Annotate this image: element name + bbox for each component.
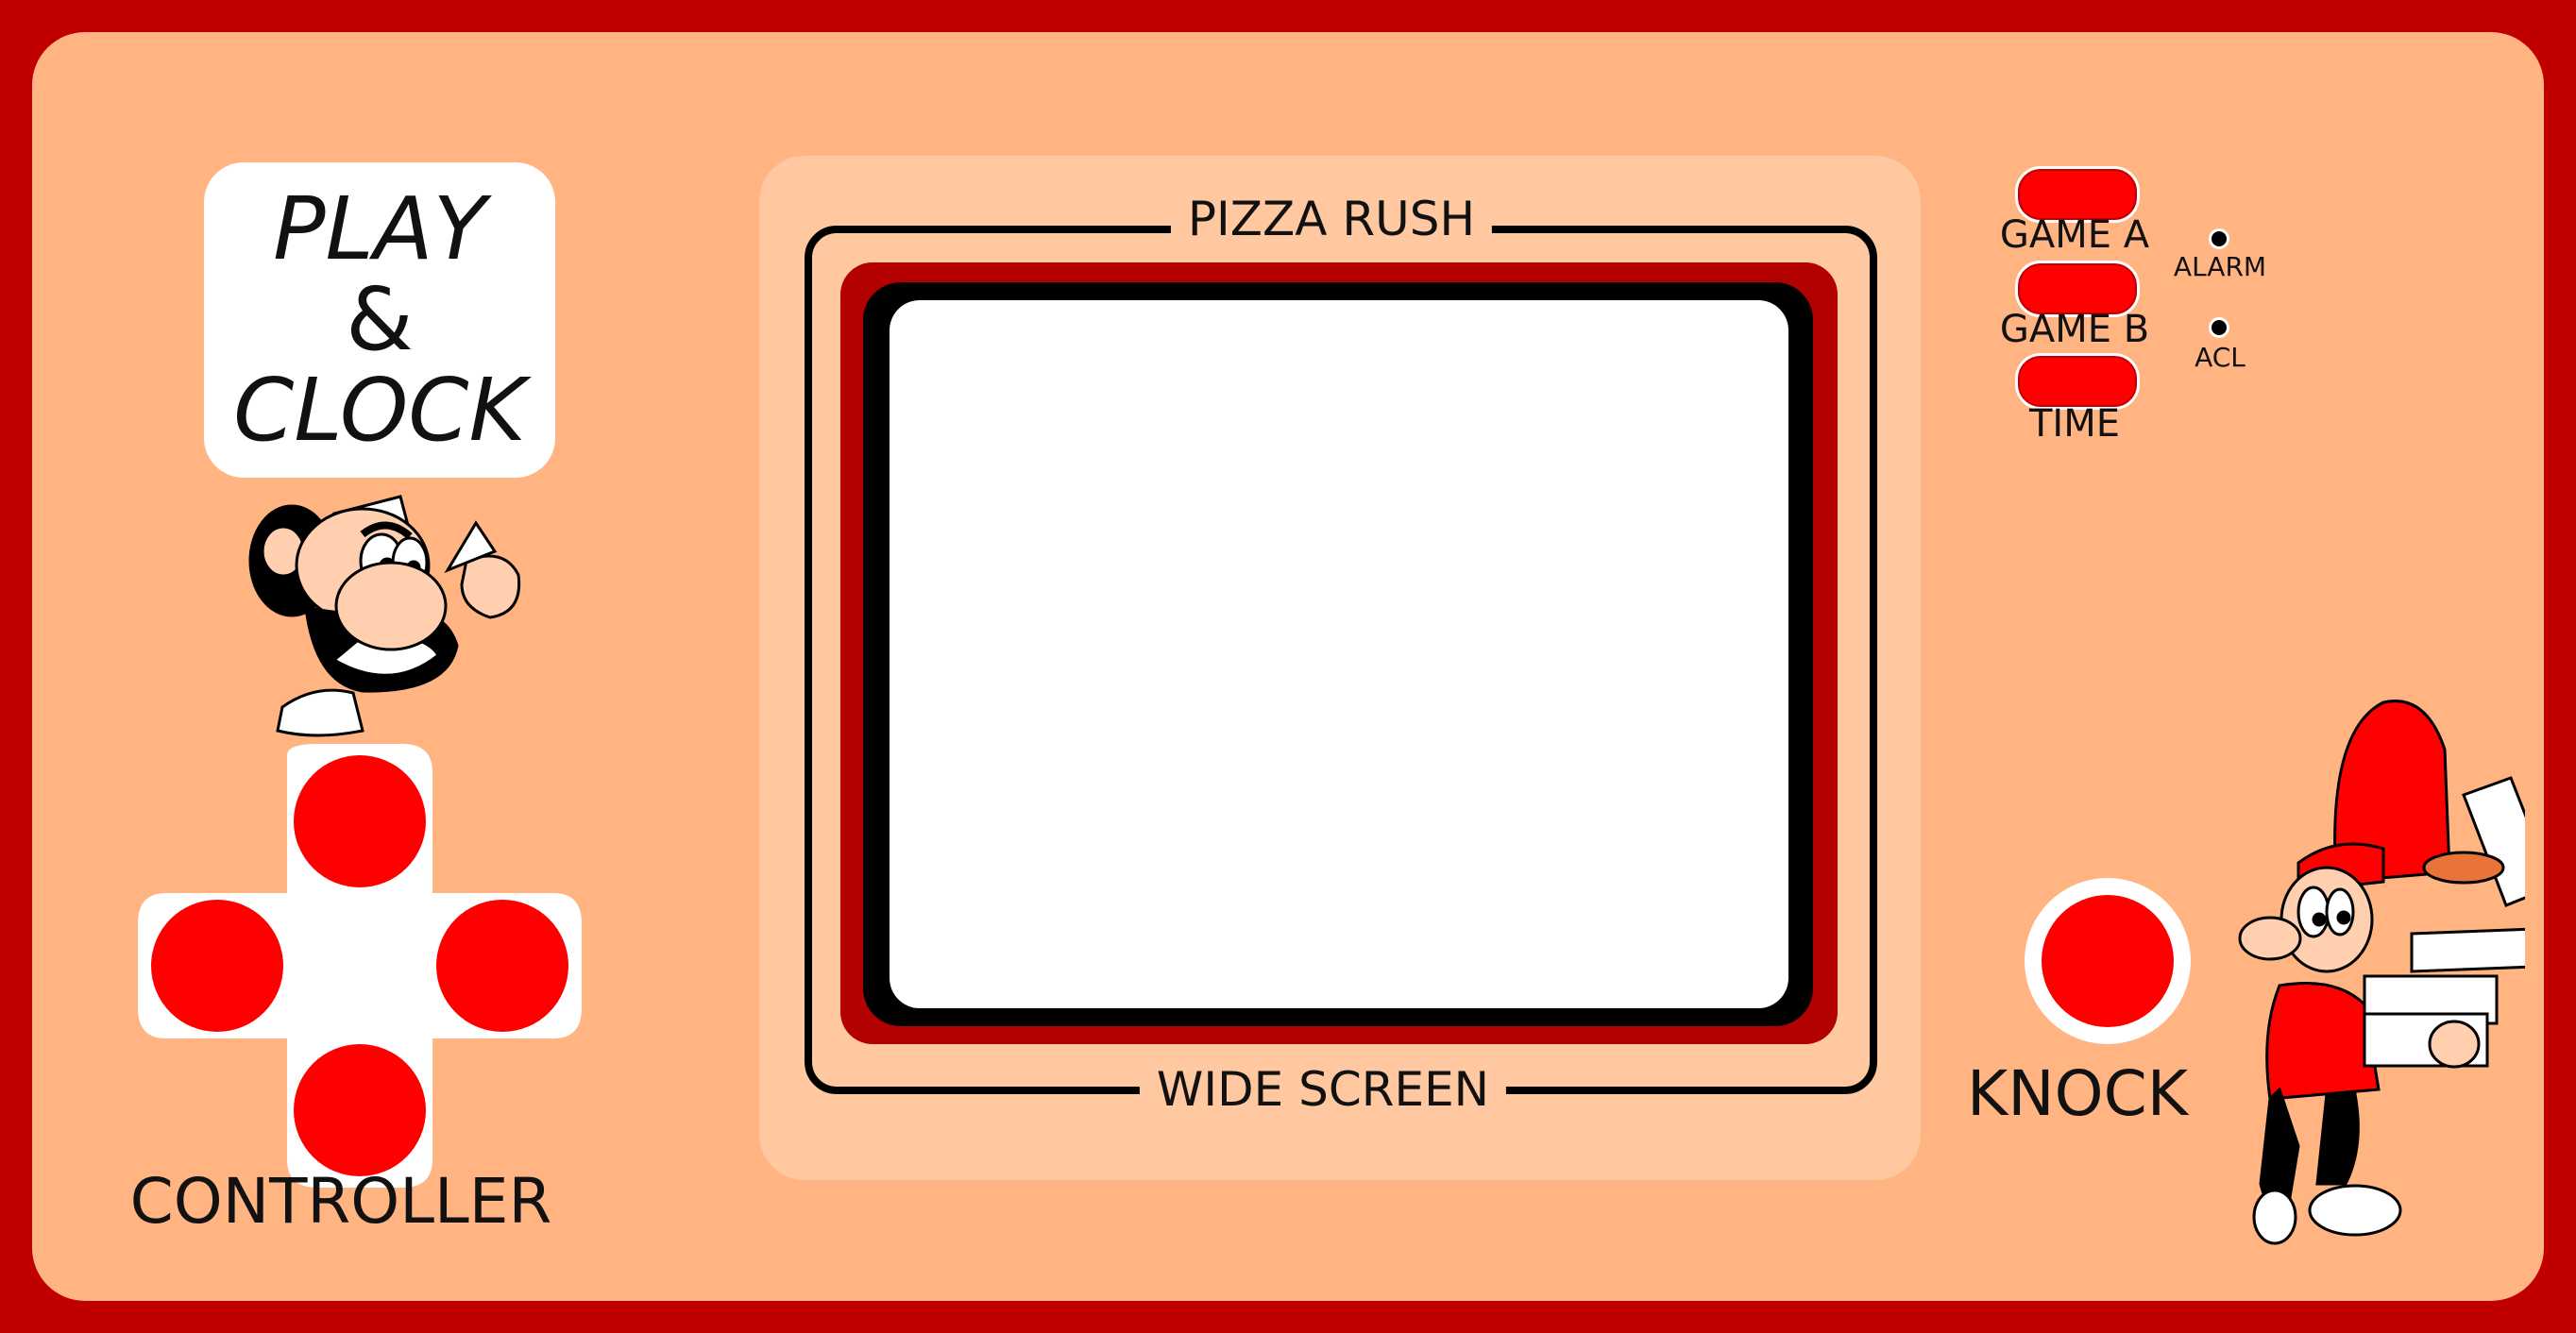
acl-label: ACL: [2195, 342, 2246, 373]
logo-box: PLAY & CLOCK: [204, 162, 555, 478]
logo-line-play: PLAY: [273, 178, 486, 279]
screen-subtitle-label: WIDE SCREEN: [1139, 1063, 1507, 1116]
logo-line-ampersand: &: [346, 269, 414, 370]
dpad-right-button[interactable]: [436, 900, 568, 1032]
chef-character-icon: [248, 495, 521, 737]
alarm-label: ALARM: [2173, 251, 2267, 282]
time-label: TIME: [2028, 402, 2121, 446]
acl-button[interactable]: [2209, 317, 2229, 338]
controller-dpad[interactable]: [138, 744, 582, 1188]
logo-line-clock: CLOCK: [233, 360, 526, 461]
lcd-display: [890, 300, 1788, 1008]
dpad-left-button[interactable]: [151, 900, 283, 1032]
device-body: PLAY & CLOCK CONTROLLER PIZZA RUSH WIDE …: [32, 32, 2544, 1301]
time-button[interactable]: [2015, 353, 2140, 410]
controller-label: CONTROLLER: [129, 1165, 552, 1238]
dpad-down-button[interactable]: [294, 1044, 426, 1176]
pizza-delivery-character-icon: [2238, 700, 2525, 1245]
knock-label: KNOCK: [1967, 1057, 2188, 1130]
game-a-label: GAME A: [1999, 213, 2150, 257]
knock-button[interactable]: [2042, 895, 2174, 1027]
game-b-label: GAME B: [1999, 308, 2150, 351]
alarm-button[interactable]: [2209, 228, 2229, 249]
screen-title-label: PIZZA RUSH: [1170, 193, 1493, 245]
dpad-up-button[interactable]: [294, 755, 426, 887]
